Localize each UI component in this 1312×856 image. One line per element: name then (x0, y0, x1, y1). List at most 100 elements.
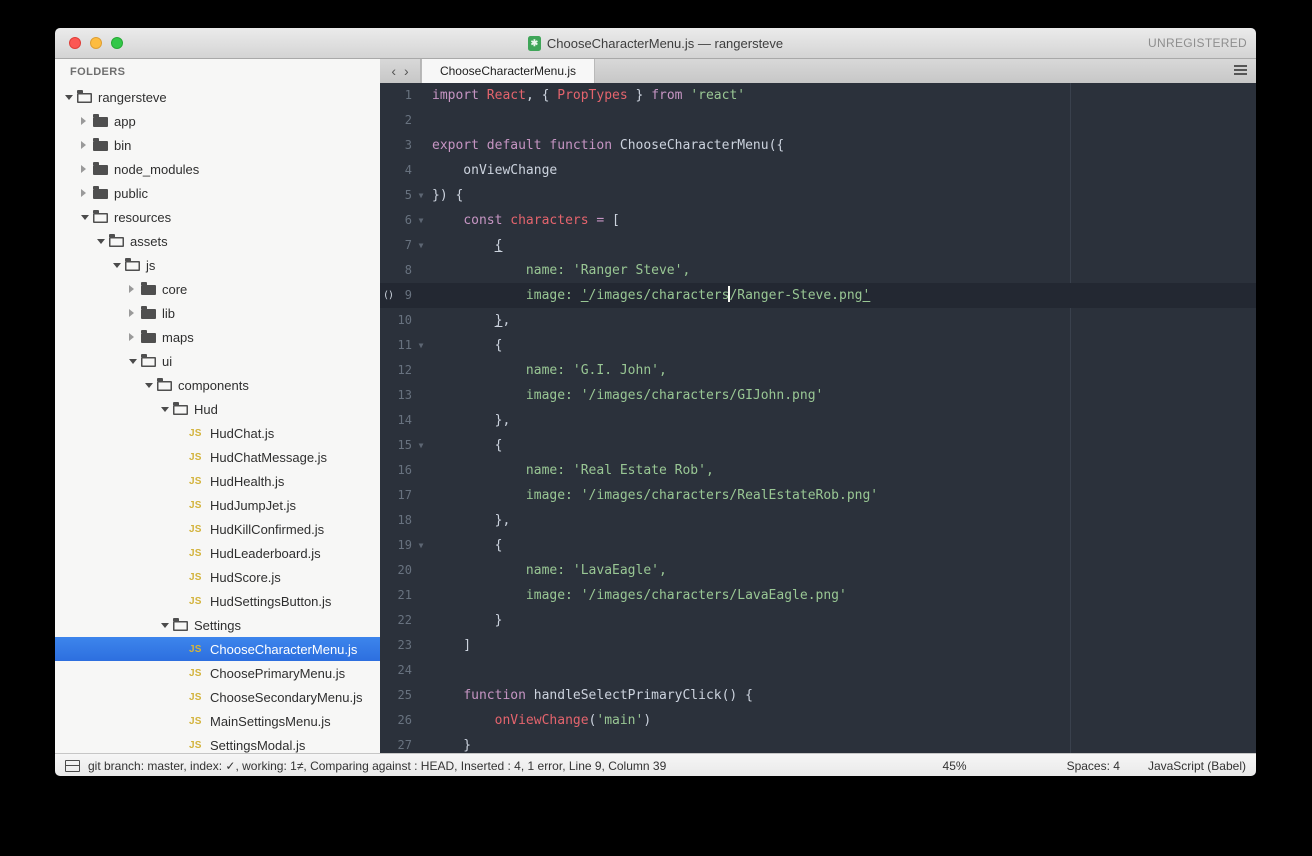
overflow-menu-icon[interactable] (1234, 65, 1247, 77)
code-line-11[interactable]: 11▼ { (380, 333, 1256, 358)
code-line-7[interactable]: 7▼ { (380, 233, 1256, 258)
code-line-24[interactable]: 24 (380, 658, 1256, 683)
back-arrow-button[interactable]: ‹ (391, 63, 396, 79)
code-line-3[interactable]: 3 export default function ChooseCharacter… (380, 133, 1256, 158)
tree-item-node-modules[interactable]: node_modules (55, 157, 380, 181)
code-line-1[interactable]: 1import React, { PropTypes } from 'react… (380, 83, 1256, 108)
tree-item-settings[interactable]: Settings (55, 613, 380, 637)
tree-item-hudchat-js[interactable]: JSHudChat.js (55, 421, 380, 445)
tree-item-js[interactable]: js (55, 253, 380, 277)
code-line-20[interactable]: 20 name: 'LavaEagle', (380, 558, 1256, 583)
line-number: 11 (397, 333, 412, 358)
fold-arrow-icon[interactable]: ▼ (412, 208, 430, 233)
code-line-12[interactable]: 12 name: 'G.I. John', (380, 358, 1256, 383)
tree-item-chooseprimarymenu-js[interactable]: JSChoosePrimaryMenu.js (55, 661, 380, 685)
disclosure-triangle-icon[interactable] (81, 117, 86, 125)
code-line-23[interactable]: 23 ] (380, 633, 1256, 658)
tree-item-hudhealth-js[interactable]: JSHudHealth.js (55, 469, 380, 493)
code-text: name: 'LavaEagle', (430, 558, 667, 583)
tree-item-hudleaderboard-js[interactable]: JSHudLeaderboard.js (55, 541, 380, 565)
tree-item-settingsmodal-js[interactable]: JSSettingsModal.js (55, 733, 380, 753)
fold-arrow-icon[interactable]: ▼ (412, 333, 430, 358)
disclosure-triangle-icon[interactable] (81, 215, 89, 220)
code-line-18[interactable]: 18 }, (380, 508, 1256, 533)
tree-item-choosesecondarymenu-js[interactable]: JSChooseSecondaryMenu.js (55, 685, 380, 709)
disclosure-triangle-icon[interactable] (161, 407, 169, 412)
code-line-25[interactable]: 25 function handleSelectPrimaryClick() { (380, 683, 1256, 708)
tree-item-label: lib (162, 306, 175, 321)
code-line-17[interactable]: 17 image: '/images/characters/RealEstate… (380, 483, 1256, 508)
js-file-icon: JS (189, 740, 202, 751)
tree-item-hudjumpjet-js[interactable]: JSHudJumpJet.js (55, 493, 380, 517)
code-line-2[interactable]: 2 (380, 108, 1256, 133)
disclosure-triangle-icon[interactable] (145, 383, 153, 388)
code-line-26[interactable]: 26 onViewChange('main') (380, 708, 1256, 733)
code-line-14[interactable]: 14 }, (380, 408, 1256, 433)
code-line-19[interactable]: 19▼ { (380, 533, 1256, 558)
tree-item-maps[interactable]: maps (55, 325, 380, 349)
code-line-10[interactable]: 10 }, (380, 308, 1256, 333)
code-line-27[interactable]: 27 } (380, 733, 1256, 753)
tree-item-lib[interactable]: lib (55, 301, 380, 325)
fold-arrow-icon[interactable]: ▼ (412, 433, 430, 458)
disclosure-triangle-icon[interactable] (97, 239, 105, 244)
tree-item-components[interactable]: components (55, 373, 380, 397)
tree-item-mainsettingsmenu-js[interactable]: JSMainSettingsMenu.js (55, 709, 380, 733)
gutter-marker-slot (380, 383, 397, 408)
code-line-6[interactable]: 6▼ const characters = [ (380, 208, 1256, 233)
license-status: UNREGISTERED (1148, 28, 1247, 58)
tree-item-app[interactable]: app (55, 109, 380, 133)
fold-slot (412, 283, 430, 308)
tree-item-public[interactable]: public (55, 181, 380, 205)
panel-toggle-icon[interactable] (65, 760, 80, 772)
tree-item-ui[interactable]: ui (55, 349, 380, 373)
code-line-9[interactable]: ()9 image: '/images/characters/Ranger-St… (380, 283, 1256, 308)
tree-item-resources[interactable]: resources (55, 205, 380, 229)
forward-arrow-button[interactable]: › (404, 63, 409, 79)
folder-icon (77, 93, 92, 103)
tree-item-hud[interactable]: Hud (55, 397, 380, 421)
fold-arrow-icon[interactable]: ▼ (412, 183, 430, 208)
code-line-13[interactable]: 13 image: '/images/characters/GIJohn.png… (380, 383, 1256, 408)
code-line-4[interactable]: 4 onViewChange (380, 158, 1256, 183)
tree-item-core[interactable]: core (55, 277, 380, 301)
tree-item-hudchatmessage-js[interactable]: JSHudChatMessage.js (55, 445, 380, 469)
code-line-8[interactable]: 8 name: 'Ranger Steve', (380, 258, 1256, 283)
fold-arrow-icon[interactable]: ▼ (412, 233, 430, 258)
line-number: 3 (397, 133, 412, 158)
tree-item-choosecharactermenu-js[interactable]: JSChooseCharacterMenu.js (55, 637, 380, 661)
disclosure-triangle-icon[interactable] (129, 309, 134, 317)
disclosure-triangle-icon[interactable] (129, 333, 134, 341)
tree-item-hudscore-js[interactable]: JSHudScore.js (55, 565, 380, 589)
disclosure-triangle-icon[interactable] (113, 263, 121, 268)
disclosure-triangle-icon[interactable] (129, 359, 137, 364)
code-line-21[interactable]: 21 image: '/images/characters/LavaEagle.… (380, 583, 1256, 608)
code-line-16[interactable]: 16 name: 'Real Estate Rob', (380, 458, 1256, 483)
disclosure-triangle-icon[interactable] (161, 623, 169, 628)
disclosure-triangle-icon[interactable] (81, 141, 86, 149)
disclosure-triangle-icon[interactable] (81, 165, 86, 173)
syntax-mode[interactable]: JavaScript (Babel) (1148, 759, 1246, 773)
code-lines: 1import React, { PropTypes } from 'react… (380, 83, 1256, 753)
gutter-marker-slot (380, 83, 397, 108)
code-line-5[interactable]: 5▼}) { (380, 183, 1256, 208)
tree-item-bin[interactable]: bin (55, 133, 380, 157)
disclosure-triangle-icon[interactable] (81, 189, 86, 197)
tree-item-hudsettingsbutton-js[interactable]: JSHudSettingsButton.js (55, 589, 380, 613)
fold-arrow-icon[interactable]: ▼ (412, 533, 430, 558)
tree-item-rangersteve[interactable]: rangersteve (55, 85, 380, 109)
folder-icon (141, 309, 156, 319)
tab-choose-character-menu[interactable]: ChooseCharacterMenu.js (421, 59, 595, 83)
indent-setting[interactable]: Spaces: 4 (1067, 759, 1120, 773)
tree-item-hudkillconfirmed-js[interactable]: JSHudKillConfirmed.js (55, 517, 380, 541)
tree-item-assets[interactable]: assets (55, 229, 380, 253)
code-line-15[interactable]: 15▼ { (380, 433, 1256, 458)
code-line-22[interactable]: 22 } (380, 608, 1256, 633)
fold-slot (412, 733, 430, 753)
fold-slot (412, 633, 430, 658)
title-bar[interactable]: ✱ ChooseCharacterMenu.js — rangersteve U… (55, 28, 1256, 59)
disclosure-triangle-icon[interactable] (65, 95, 73, 100)
disclosure-triangle-icon[interactable] (129, 285, 134, 293)
code-text: export default function ChooseCharacterM… (430, 133, 784, 158)
code-editor[interactable]: 1import React, { PropTypes } from 'react… (380, 83, 1256, 753)
